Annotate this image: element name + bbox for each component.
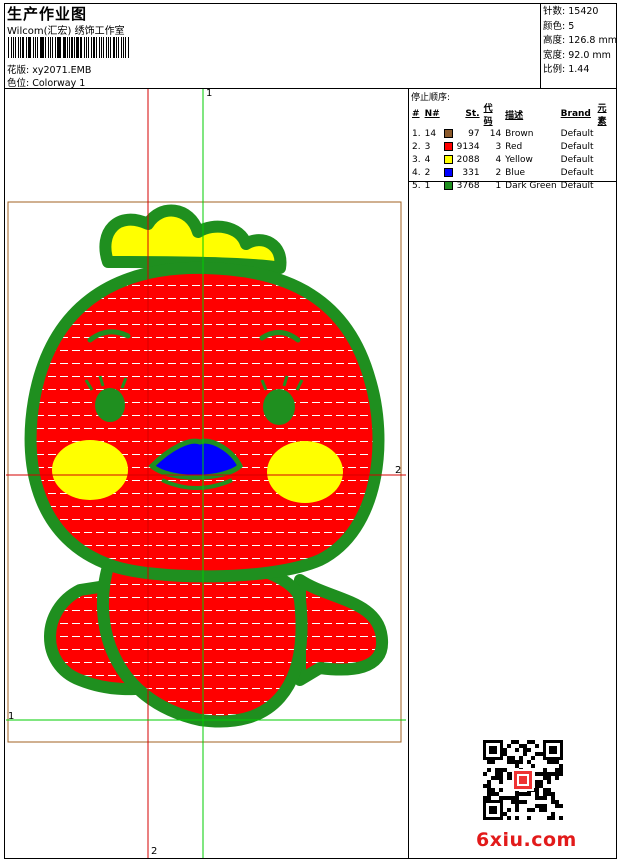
guide-label-v1: 1 [206,88,213,99]
guide-label-v2: 2 [151,846,158,857]
head-tuft [99,204,287,274]
guide-label-h2: 2 [395,465,402,476]
head [24,261,385,583]
watermark: 6xiu.com [476,829,577,851]
qr-code [482,739,564,821]
right-eye [263,389,295,425]
left-eye [95,388,125,422]
guide-label-h1: 1 [8,711,15,722]
right-cheek [267,441,343,503]
embroidery-design-canvas [6,89,406,858]
left-cheek [52,440,128,500]
right-wing [294,574,388,686]
